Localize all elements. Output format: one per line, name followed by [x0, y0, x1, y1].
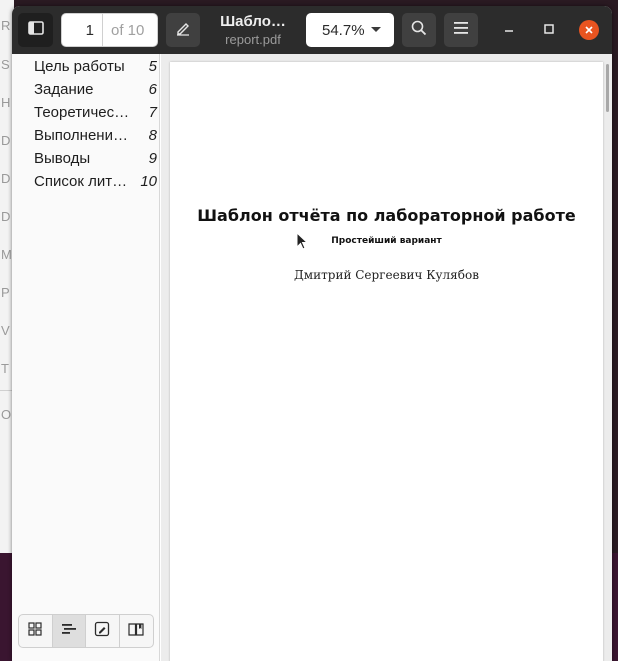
outline-tab[interactable]: [52, 615, 86, 647]
sidebar-outline: Цель работы 5 Задание 6 Теоретичес… 7 Вы…: [12, 54, 160, 661]
sidebar-toggle-icon: [27, 20, 44, 40]
pencil-icon: [175, 20, 191, 41]
pdf-page: Шаблон отчёта по лабораторной работе Про…: [170, 62, 603, 661]
thumbnails-icon: [28, 621, 42, 641]
main-menu-button[interactable]: [444, 13, 478, 47]
zoom-selector[interactable]: 54.7%: [306, 13, 394, 47]
page-number-field[interactable]: 1 of 10: [61, 13, 158, 47]
search-icon: [411, 20, 427, 41]
outline-item[interactable]: Список лит… 10: [12, 170, 160, 193]
mouse-cursor-icon: [296, 231, 309, 250]
document-view[interactable]: Шаблон отчёта по лабораторной работе Про…: [161, 54, 612, 661]
window-subtitle: report.pdf: [225, 32, 281, 47]
annotate-button[interactable]: [166, 13, 200, 47]
minimize-button[interactable]: [498, 19, 520, 41]
zoom-value: 54.7%: [322, 21, 365, 39]
document-subtitle: Простейший вариант: [331, 236, 442, 246]
sidebar-toggle-button[interactable]: [18, 13, 53, 47]
document-title: Шаблон отчёта по лабораторной работе: [197, 206, 576, 225]
bookmarks-tab[interactable]: [120, 615, 153, 647]
maximize-button[interactable]: [538, 19, 560, 41]
outline-item[interactable]: Цель работы 5: [12, 55, 160, 78]
outline-item[interactable]: Выполнени… 8: [12, 124, 160, 147]
header-bar: 1 of 10 Шабло… report.pdf 54.7%: [12, 6, 612, 54]
annotations-icon: [94, 621, 110, 642]
close-icon: [579, 20, 599, 40]
page-count-label: of 10: [111, 21, 145, 39]
outline-item[interactable]: Задание 6: [12, 78, 160, 101]
document-title-area: Шабло… report.pdf: [208, 12, 298, 48]
search-button[interactable]: [402, 13, 436, 47]
current-page-input[interactable]: 1: [62, 22, 102, 39]
pdf-viewer-window: 1 of 10 Шабло… report.pdf 54.7% Цель раб…: [12, 6, 612, 661]
vertical-scrollbar[interactable]: [606, 64, 609, 112]
desktop-background: [612, 553, 618, 661]
window-title: Шабло…: [220, 13, 286, 30]
thumbnails-tab[interactable]: [19, 615, 53, 647]
sidebar-view-switcher: [18, 614, 154, 648]
outline-item[interactable]: Теоретичес… 7: [12, 101, 160, 124]
close-button[interactable]: [578, 19, 600, 41]
hamburger-menu-icon: [454, 21, 468, 39]
maximize-icon: [544, 21, 554, 39]
document-author: Дмитрий Сергеевич Кулябов: [294, 268, 479, 282]
outline-icon: [61, 622, 76, 640]
bookmarks-icon: [128, 622, 144, 641]
chevron-down-icon: [370, 21, 382, 39]
outline-item[interactable]: Выводы 9: [12, 147, 160, 170]
minimize-icon: [504, 21, 514, 39]
annotations-tab[interactable]: [86, 615, 120, 647]
